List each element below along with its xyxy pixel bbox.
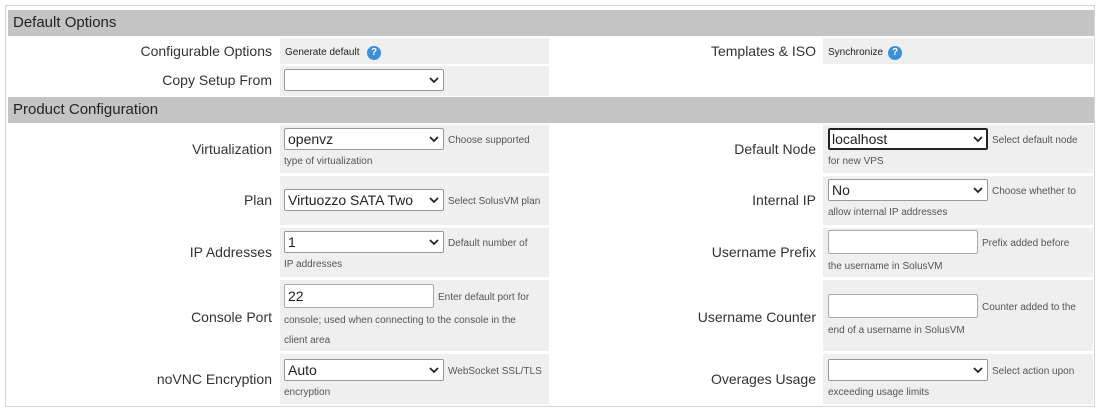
ip-addresses-hint: Default number of (448, 238, 528, 249)
select-value: openvz (288, 131, 334, 147)
console-port-hint: Enter default port for (438, 292, 530, 303)
section-header-product-configuration: Product Configuration (8, 97, 1094, 123)
section-header-default-options: Default Options (8, 10, 1094, 36)
virtualization-select[interactable]: openvz (284, 128, 444, 150)
console-port-input[interactable]: 22 (284, 284, 434, 308)
select-value: Auto (288, 362, 317, 378)
plan-label: Plan (243, 192, 272, 208)
select-value: Virtuozzo SATA Two (288, 192, 414, 208)
username-counter-hint: end of a username in SolusVM (828, 325, 965, 336)
help-icon[interactable]: ? (888, 46, 902, 60)
overages-usage-label: Overages Usage (710, 371, 816, 387)
select-value: 1 (288, 234, 296, 250)
username-prefix-hint: the username in SolusVM (828, 261, 943, 272)
default-node-select[interactable]: localhost (828, 128, 988, 150)
internal-ip-hint: Choose whether to (992, 186, 1076, 197)
overages-usage-select[interactable] (828, 359, 988, 381)
plan-select[interactable]: Virtuozzo SATA Two (284, 189, 444, 211)
chevron-down-icon (973, 367, 983, 374)
virtualization-label: Virtualization (192, 141, 272, 157)
section-title: Product Configuration (13, 101, 159, 118)
select-value: localhost (832, 131, 888, 147)
username-prefix-label: Username Prefix (711, 244, 816, 260)
username-prefix-input[interactable] (828, 230, 978, 254)
synchronize-link[interactable]: Synchronize (828, 47, 883, 58)
console-port-label: Console Port (191, 309, 272, 325)
ip-addresses-hint: IP addresses (284, 259, 343, 270)
username-prefix-hint: Prefix added before (982, 238, 1070, 249)
novnc-encryption-select[interactable]: Auto (284, 359, 444, 381)
virtualization-hint: Choose supported (448, 135, 530, 146)
novnc-encryption-hint: encryption (284, 387, 331, 398)
novnc-encryption-label: noVNC Encryption (156, 371, 272, 387)
default-node-hint: Select default node (992, 135, 1078, 146)
username-counter-hint: Counter added to the (982, 302, 1076, 313)
virtualization-hint: type of virtualization (284, 156, 373, 167)
overages-usage-hint: exceeding usage limits (828, 387, 930, 398)
chevron-down-icon (973, 187, 983, 194)
internal-ip-label: Internal IP (752, 192, 816, 208)
novnc-encryption-hint: WebSocket SSL/TLS (448, 366, 542, 377)
ip-addresses-select[interactable]: 1 (284, 231, 444, 253)
console-port-hint: client area (284, 335, 331, 346)
internal-ip-hint: allow internal IP addresses (828, 207, 948, 218)
overages-usage-hint: Select action upon (992, 366, 1075, 377)
copy-setup-select[interactable] (284, 69, 444, 91)
select-value: No (832, 182, 850, 198)
input-value: 22 (288, 288, 304, 304)
section-title: Default Options (13, 14, 117, 31)
chevron-down-icon (429, 136, 439, 143)
chevron-down-icon (429, 77, 439, 84)
help-icon[interactable]: ? (367, 46, 381, 60)
ip-addresses-label: IP Addresses (189, 244, 272, 260)
default-node-hint: for new VPS (828, 156, 884, 167)
chevron-down-icon (429, 367, 439, 374)
chevron-down-icon (973, 136, 983, 143)
generate-default-link[interactable]: Generate default (285, 47, 360, 58)
username-counter-label: Username Counter (697, 309, 816, 325)
plan-hint: Select SolusVM plan (448, 196, 541, 207)
templates-iso-label: Templates & ISO (710, 43, 816, 59)
username-counter-input[interactable] (828, 294, 978, 318)
chevron-down-icon (429, 197, 439, 204)
internal-ip-select[interactable]: No (828, 179, 988, 201)
default-node-label: Default Node (734, 141, 816, 157)
chevron-down-icon (429, 239, 439, 246)
copy-setup-label: Copy Setup From (162, 72, 272, 88)
console-port-hint: console; used when connecting to the con… (284, 315, 516, 326)
configurable-options-label: Configurable Options (140, 43, 272, 59)
